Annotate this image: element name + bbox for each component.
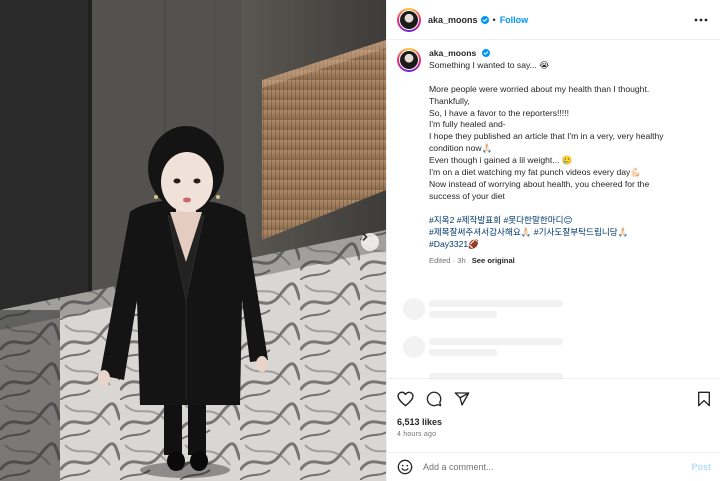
caption-line: Thankfully, [429, 95, 470, 106]
action-icons [397, 389, 711, 409]
next-photo-button[interactable] [361, 233, 379, 251]
caption-line: I'm fully healed and- [429, 119, 506, 130]
like-count[interactable]: 6,513 likes [397, 417, 711, 427]
comment-form: Post [387, 452, 720, 481]
share-button[interactable] [454, 391, 470, 407]
hashtag-line[interactable]: #제목잘써주셔서감사해요🙏🏻 #기사도잘부탁드립니당🙏🏻 [429, 227, 664, 239]
caption-line: condition now🙏🏻 [429, 143, 493, 154]
caption-line: Even though i gained a lil weight... 🥲 [429, 155, 573, 166]
caption-line [429, 203, 664, 215]
caption-line: I hope they published an article that I'… [429, 131, 664, 142]
action-bar: 6,513 likes 4 hours ago [387, 378, 720, 438]
post-sidebar: aka_moons • Follow aka_moons Something I… [386, 0, 720, 481]
post-time: 4 hours ago [397, 431, 437, 438]
see-original-link[interactable]: See original [472, 256, 515, 265]
caption-meta: Edited · 3h See original [429, 255, 664, 267]
comment-icon [426, 391, 442, 407]
share-icon [454, 392, 470, 406]
post-modal: aka_moons • Follow aka_moons Something I… [0, 0, 720, 481]
verified-badge-icon [480, 15, 489, 24]
post-caption: aka_moons Something I wanted to say... 😭… [387, 40, 720, 370]
save-button[interactable] [697, 391, 711, 407]
caption-avatar[interactable] [397, 48, 421, 72]
header-username[interactable]: aka_moons [428, 15, 478, 25]
caption-line: I'm on a diet watching my fat punch vide… [429, 167, 642, 178]
follow-button[interactable]: Follow [500, 15, 529, 25]
caption-line: More people were worried about my health… [429, 83, 650, 94]
caption-line: success of your diet [429, 190, 505, 201]
post-header: aka_moons • Follow [387, 0, 720, 40]
caption-line [429, 72, 664, 84]
hashtag-line[interactable]: #지옥2 #제작발표회 #못다한말한마디😊 [429, 215, 664, 227]
emoji-icon[interactable] [397, 459, 413, 475]
header-separator: • [492, 14, 496, 25]
hashtag-line[interactable]: #Day3321🏈 [429, 239, 664, 251]
photo-image [0, 0, 386, 481]
caption-line: Something I wanted to say... 😭 [429, 59, 550, 70]
bookmark-icon [698, 391, 710, 407]
caption-line: Now instead of worrying about health, yo… [429, 178, 650, 189]
comment-input[interactable] [423, 462, 692, 472]
like-button[interactable] [397, 391, 414, 407]
caption-username[interactable]: aka_moons [429, 48, 476, 58]
caption-body: aka_moons Something I wanted to say... 😭… [429, 48, 664, 370]
edited-label: Edited · 3h [429, 256, 466, 266]
caption-line: So, I have a favor to the reporters!!!!! [429, 107, 569, 118]
heart-icon [397, 391, 414, 407]
avatar[interactable] [397, 7, 421, 32]
post-comment-button[interactable]: Post [691, 462, 711, 472]
more-icon[interactable] [694, 13, 708, 27]
verified-badge-icon [481, 49, 490, 57]
comment-button[interactable] [426, 391, 442, 407]
post-photo[interactable] [0, 0, 386, 481]
chevron-right-icon [362, 233, 368, 241]
